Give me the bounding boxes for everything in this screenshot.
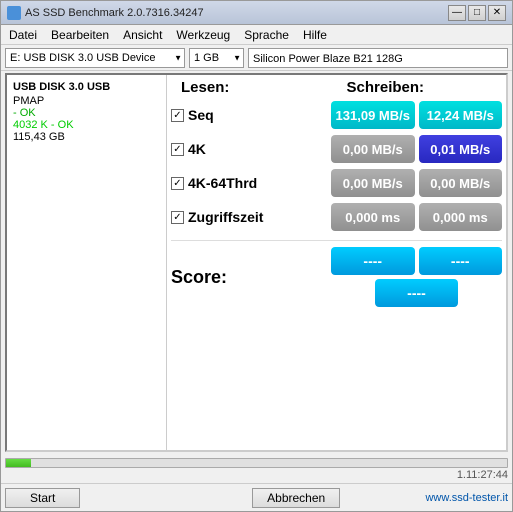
seq-write-value: 12,24 MB/s bbox=[419, 101, 503, 129]
row-access: ✓ Zugriffszeit 0,000 ms 0,000 ms bbox=[171, 202, 502, 232]
menu-bearbeiten[interactable]: Bearbeiten bbox=[47, 27, 113, 43]
title-bar-left: AS SSD Benchmark 2.0.7316.34247 bbox=[7, 6, 204, 20]
device-label: Silicon Power Blaze B21 128G bbox=[248, 48, 508, 68]
header-write: Schreiben: bbox=[337, 79, 503, 96]
checkbox-access[interactable]: ✓ bbox=[171, 211, 184, 224]
progress-bar-fill bbox=[6, 459, 31, 467]
size-select[interactable]: 1 GB bbox=[189, 48, 244, 68]
menu-ansicht[interactable]: Ansicht bbox=[119, 27, 166, 43]
progress-area: 1.11:27:44 bbox=[5, 458, 508, 481]
window-title: AS SSD Benchmark 2.0.7316.34247 bbox=[25, 7, 204, 19]
title-controls[interactable]: — □ ✕ bbox=[448, 5, 506, 21]
score-label-area: Score: bbox=[171, 267, 331, 288]
progress-time: 1.11:27:44 bbox=[5, 469, 508, 481]
header-read: Lesen: bbox=[171, 79, 337, 96]
pmap-label: PMAP bbox=[13, 95, 160, 107]
label-access: Zugriffszeit bbox=[188, 209, 263, 225]
minimize-button[interactable]: — bbox=[448, 5, 466, 21]
cancel-button[interactable]: Abbrechen bbox=[252, 488, 340, 508]
bottom-bar: Start Abbrechen www.ssd-tester.it bbox=[1, 483, 512, 511]
checkbox-4k64[interactable]: ✓ bbox=[171, 177, 184, 190]
score-read: ---- bbox=[331, 247, 415, 275]
row-4k: ✓ 4K 0,00 MB/s 0,01 MB/s bbox=[171, 134, 502, 164]
menu-bar: Datei Bearbeiten Ansicht Werkzeug Sprach… bbox=[1, 25, 512, 45]
watermark: www.ssd-tester.it bbox=[344, 492, 508, 504]
main-window: AS SSD Benchmark 2.0.7316.34247 — □ ✕ Da… bbox=[0, 0, 513, 512]
left-panel: USB DISK 3.0 USB PMAP - OK 4032 K - OK 1… bbox=[7, 75, 167, 450]
app-icon bbox=[7, 6, 21, 20]
score-write: ---- bbox=[419, 247, 503, 275]
disk-size: 115,43 GB bbox=[13, 131, 160, 143]
access-write-value: 0,000 ms bbox=[419, 203, 503, 231]
seq-read-value: 131,09 MB/s bbox=[331, 101, 415, 129]
label-seq: Seq bbox=[188, 107, 214, 123]
menu-werkzeug[interactable]: Werkzeug bbox=[172, 27, 234, 43]
start-button[interactable]: Start bbox=[5, 488, 80, 508]
score-top-row: ---- ---- bbox=[331, 247, 502, 275]
right-panel: Lesen: Schreiben: ✓ Seq 131,09 MB/s 12,2… bbox=[167, 75, 506, 450]
title-bar: AS SSD Benchmark 2.0.7316.34247 — □ ✕ bbox=[1, 1, 512, 25]
checkbox-4k[interactable]: ✓ bbox=[171, 143, 184, 156]
status-ok1: - OK bbox=[13, 107, 160, 119]
score-section: Score: ---- ---- ---- bbox=[171, 240, 502, 309]
4k64-read-value: 0,00 MB/s bbox=[331, 169, 415, 197]
access-read-value: 0,000 ms bbox=[331, 203, 415, 231]
row-4k64: ✓ 4K-64Thrd 0,00 MB/s 0,00 MB/s bbox=[171, 168, 502, 198]
bench-header: Lesen: Schreiben: bbox=[171, 79, 502, 96]
row-4k64-label-area: ✓ 4K-64Thrd bbox=[171, 175, 331, 191]
row-access-values: 0,000 ms 0,000 ms bbox=[331, 203, 502, 231]
drive-select-wrapper[interactable]: E: USB DISK 3.0 USB Device bbox=[5, 48, 185, 68]
label-4k: 4K bbox=[188, 141, 206, 157]
row-seq-values: 131,09 MB/s 12,24 MB/s bbox=[331, 101, 502, 129]
toolbar: E: USB DISK 3.0 USB Device 1 GB Silicon … bbox=[1, 45, 512, 71]
score-values: ---- ---- ---- bbox=[331, 247, 502, 307]
close-button[interactable]: ✕ bbox=[488, 5, 506, 21]
content-area: USB DISK 3.0 USB PMAP - OK 4032 K - OK 1… bbox=[5, 73, 508, 452]
row-4k-label-area: ✓ 4K bbox=[171, 141, 331, 157]
row-4k-values: 0,00 MB/s 0,01 MB/s bbox=[331, 135, 502, 163]
menu-sprache[interactable]: Sprache bbox=[240, 27, 293, 43]
score-total: ---- bbox=[375, 279, 457, 307]
checkbox-seq[interactable]: ✓ bbox=[171, 109, 184, 122]
maximize-button[interactable]: □ bbox=[468, 5, 486, 21]
label-4k64: 4K-64Thrd bbox=[188, 175, 257, 191]
row-seq-label-area: ✓ Seq bbox=[171, 107, 331, 123]
score-bottom-row: ---- bbox=[331, 279, 502, 307]
drive-select[interactable]: E: USB DISK 3.0 USB Device bbox=[5, 48, 185, 68]
score-label: Score: bbox=[171, 267, 227, 287]
row-access-label-area: ✓ Zugriffszeit bbox=[171, 209, 331, 225]
4k-write-value: 0,01 MB/s bbox=[419, 135, 503, 163]
menu-hilfe[interactable]: Hilfe bbox=[299, 27, 331, 43]
status-ok2: 4032 K - OK bbox=[13, 119, 160, 131]
menu-datei[interactable]: Datei bbox=[5, 27, 41, 43]
size-select-wrapper[interactable]: 1 GB bbox=[189, 48, 244, 68]
disk-name: USB DISK 3.0 USB bbox=[13, 81, 160, 93]
progress-bar-bg bbox=[5, 458, 508, 468]
4k-read-value: 0,00 MB/s bbox=[331, 135, 415, 163]
4k64-write-value: 0,00 MB/s bbox=[419, 169, 503, 197]
row-4k64-values: 0,00 MB/s 0,00 MB/s bbox=[331, 169, 502, 197]
row-seq: ✓ Seq 131,09 MB/s 12,24 MB/s bbox=[171, 100, 502, 130]
